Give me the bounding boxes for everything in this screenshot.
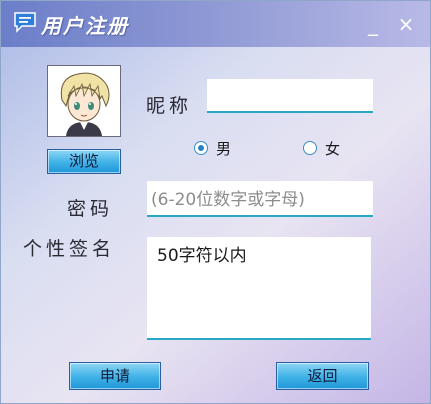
chat-bubble-icon — [13, 11, 37, 33]
title-bar: 用户注册 _ × — [1, 1, 430, 47]
signature-field[interactable]: 50字符以内 — [147, 237, 371, 340]
window-title: 用户注册 — [41, 14, 129, 38]
registration-window: 用户注册 _ × 浏览 昵称 男 女 密码 (6-20位数字或字母) 个性签名 … — [0, 0, 431, 404]
password-field[interactable]: (6-20位数字或字母) — [147, 181, 373, 217]
browse-button[interactable]: 浏览 — [47, 149, 121, 174]
apply-button[interactable]: 申请 — [69, 362, 161, 390]
nickname-field[interactable] — [207, 79, 373, 113]
nickname-label: 昵称 — [146, 95, 193, 117]
gender-male-label: 男 — [216, 140, 232, 158]
gender-male-radio[interactable] — [194, 141, 208, 155]
gender-female-label: 女 — [325, 140, 341, 158]
signature-label: 个性签名 — [23, 238, 116, 260]
password-label: 密码 — [67, 198, 114, 220]
minimize-icon[interactable]: _ — [363, 13, 383, 35]
anime-avatar-icon — [60, 72, 110, 136]
gender-female-radio[interactable] — [303, 141, 317, 155]
avatar — [47, 65, 121, 137]
close-icon[interactable]: × — [396, 13, 416, 35]
back-button[interactable]: 返回 — [276, 362, 369, 390]
